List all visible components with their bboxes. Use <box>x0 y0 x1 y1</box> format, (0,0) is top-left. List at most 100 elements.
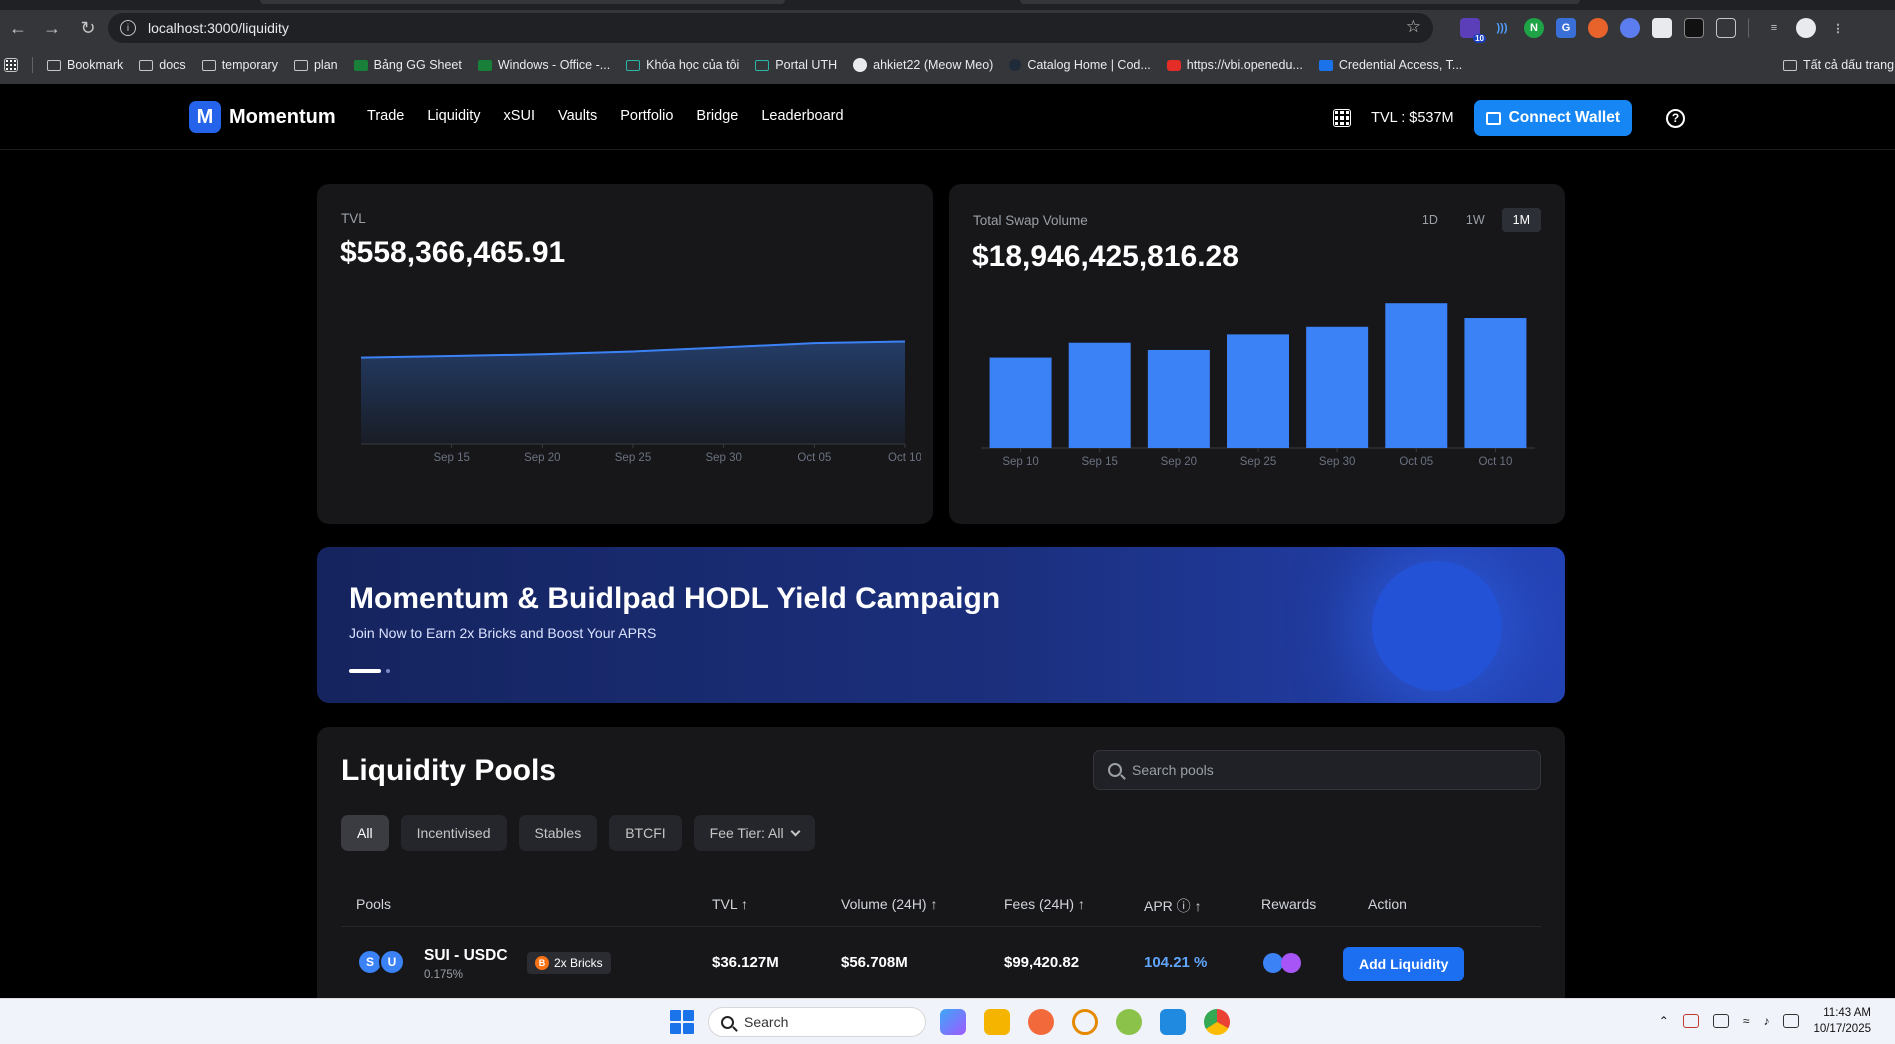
col-volume[interactable]: Volume (24H) ↑ <box>841 896 937 912</box>
battery-icon[interactable] <box>1783 1014 1800 1028</box>
main-menu: Trade Liquidity xSUI Vaults Portfolio Br… <box>367 108 844 124</box>
filter-btcfi[interactable]: BTCFI <box>609 815 682 851</box>
menu-kebab-icon[interactable]: ⋮ <box>1828 18 1848 38</box>
fox-extension-icon[interactable] <box>1588 18 1608 38</box>
table-row[interactable]: S U SUI - USDC 0.175% B 2x Bricks $36.12… <box>341 927 1541 998</box>
wallet-extension-icon[interactable] <box>1620 18 1640 38</box>
media-controls-icon[interactable]: ≡ <box>1764 18 1784 38</box>
chevron-up-icon[interactable]: ⌃ <box>1659 1014 1669 1028</box>
clock[interactable]: 11:43 AM 10/17/2025 <box>1813 1005 1871 1037</box>
range-tab-1w[interactable]: 1W <box>1455 208 1496 232</box>
browser-toolbar: ← → ↻ i localhost:3000/liquidity ☆ 10 ))… <box>0 10 1895 46</box>
nav-portfolio[interactable]: Portfolio <box>620 108 673 124</box>
bookmark-item[interactable]: Credential Access, T... <box>1318 58 1462 72</box>
tab-edge[interactable] <box>1020 0 1580 4</box>
col-tvl[interactable]: TVL ↑ <box>712 896 748 912</box>
postman-icon[interactable] <box>1028 1009 1054 1035</box>
tab-edge[interactable] <box>260 0 785 4</box>
volume-bar <box>1147 349 1210 448</box>
pool-fee: 0.175% <box>424 969 464 981</box>
z-extension-icon[interactable] <box>1684 18 1704 38</box>
all-bookmarks[interactable]: Tất cả dấu trang <box>1783 58 1894 72</box>
carousel-dot-active[interactable] <box>349 669 381 673</box>
brand-logo[interactable]: M Momentum <box>189 101 336 133</box>
bookmark-item[interactable]: docs <box>139 58 186 72</box>
nav-leaderboard[interactable]: Leaderboard <box>761 108 843 124</box>
pool-search[interactable] <box>1093 750 1541 790</box>
nav-bridge[interactable]: Bridge <box>696 108 738 124</box>
filter-stables[interactable]: Stables <box>518 815 598 851</box>
bookmark-item[interactable]: plan <box>293 58 338 72</box>
col-apr[interactable]: APR ⓘ ↑ <box>1144 896 1202 916</box>
translate-extension-icon[interactable]: G <box>1556 18 1576 38</box>
bookmark-item[interactable]: Bookmark <box>47 58 123 72</box>
bookmark-item[interactable]: https://vbi.openedu... <box>1166 58 1303 72</box>
bookmark-label: docs <box>159 58 186 72</box>
bookmark-item[interactable]: Khóa học của tôi <box>626 58 739 72</box>
forward-icon[interactable]: → <box>34 10 70 46</box>
url-text[interactable]: localhost:3000/liquidity <box>148 20 289 36</box>
qr-extension-icon[interactable] <box>1652 18 1672 38</box>
bookmark-label: temporary <box>221 58 278 72</box>
n-extension-icon[interactable]: N <box>1524 18 1544 38</box>
campaign-banner[interactable]: Momentum & Buidlpad HODL Yield Campaign … <box>317 547 1565 703</box>
bookmark-item[interactable]: Bảng GG Sheet <box>353 58 462 72</box>
reload-icon[interactable]: ↻ <box>70 10 106 46</box>
bookmark-star-icon[interactable]: ☆ <box>1406 17 1421 37</box>
bookmarks-bar: Bookmark docs temporary plan Bảng GG She… <box>0 46 1895 84</box>
folder-icon <box>1783 59 1797 71</box>
bookmark-item[interactable]: Portal UTH <box>755 58 837 72</box>
fee-tier-dropdown[interactable]: Fee Tier: All <box>693 815 815 851</box>
audio-extension-icon[interactable]: ))) <box>1492 18 1512 38</box>
help-icon[interactable]: ? <box>1666 108 1685 128</box>
bookmark-item[interactable]: ahkiet22 (Meow Meo) <box>853 58 993 72</box>
nav-xsui[interactable]: xSUI <box>504 108 535 124</box>
carousel-dots <box>349 669 390 673</box>
carousel-dot[interactable] <box>386 669 390 673</box>
file-explorer-icon[interactable] <box>984 1009 1010 1035</box>
search-pools-input[interactable] <box>1132 762 1512 778</box>
folder-icon <box>47 59 61 71</box>
site-icon <box>1009 59 1022 71</box>
volume-icon[interactable]: ♪ <box>1763 1014 1769 1028</box>
filter-incentivised[interactable]: Incentivised <box>400 815 507 851</box>
filter-all[interactable]: All <box>341 815 389 851</box>
apps-grid-icon[interactable] <box>1333 109 1352 127</box>
connect-wallet-button[interactable]: Connect Wallet <box>1473 100 1632 136</box>
range-tab-1d[interactable]: 1D <box>1411 208 1449 232</box>
pool-apr: 104.21 % <box>1144 954 1208 971</box>
address-bar[interactable]: i localhost:3000/liquidity ☆ <box>108 13 1433 43</box>
add-liquidity-button[interactable]: Add Liquidity <box>1343 947 1465 981</box>
apps-grid-icon[interactable] <box>4 58 18 72</box>
nav-liquidity[interactable]: Liquidity <box>427 108 480 124</box>
range-tab-1m[interactable]: 1M <box>1501 208 1541 232</box>
nav-vaults[interactable]: Vaults <box>558 108 597 124</box>
wifi-icon[interactable]: ≈ <box>1743 1014 1750 1028</box>
bookmark-item[interactable]: Windows - Office -... <box>477 58 610 72</box>
taskbar-search[interactable]: Search <box>708 1007 926 1037</box>
chrome-icon[interactable] <box>1204 1009 1230 1035</box>
swap-volume-label: Total Swap Volume <box>973 213 1088 228</box>
col-fees[interactable]: Fees (24H) ↑ <box>1004 896 1085 912</box>
bookmark-item[interactable]: temporary <box>201 58 278 72</box>
search-icon <box>721 1015 734 1029</box>
antivirus-icon[interactable] <box>1682 1014 1699 1028</box>
vscode-icon[interactable] <box>1160 1009 1186 1035</box>
x-tick-label: Sep 30 <box>1319 456 1355 468</box>
extension-icon[interactable]: 10 <box>1460 18 1486 43</box>
bookmark-item[interactable]: Catalog Home | Cod... <box>1009 58 1151 72</box>
chameleon-app-icon[interactable] <box>1116 1009 1142 1035</box>
bookmark-label: Khóa học của tôi <box>646 58 740 72</box>
reward-token-icon <box>1263 953 1283 973</box>
windows-start-icon[interactable] <box>670 1010 694 1034</box>
puzzle-extensions-icon[interactable] <box>1716 18 1736 38</box>
back-icon[interactable]: ← <box>0 10 36 46</box>
search-tool-icon[interactable] <box>1072 1009 1098 1035</box>
tvl-summary: TVL : $537M <box>1371 110 1454 126</box>
course-icon <box>626 59 641 71</box>
copilot-icon[interactable] <box>940 1009 966 1035</box>
nav-trade[interactable]: Trade <box>367 108 404 124</box>
site-info-icon[interactable]: i <box>120 20 136 36</box>
profile-avatar[interactable] <box>1796 18 1816 38</box>
cloud-icon[interactable] <box>1712 1014 1729 1028</box>
